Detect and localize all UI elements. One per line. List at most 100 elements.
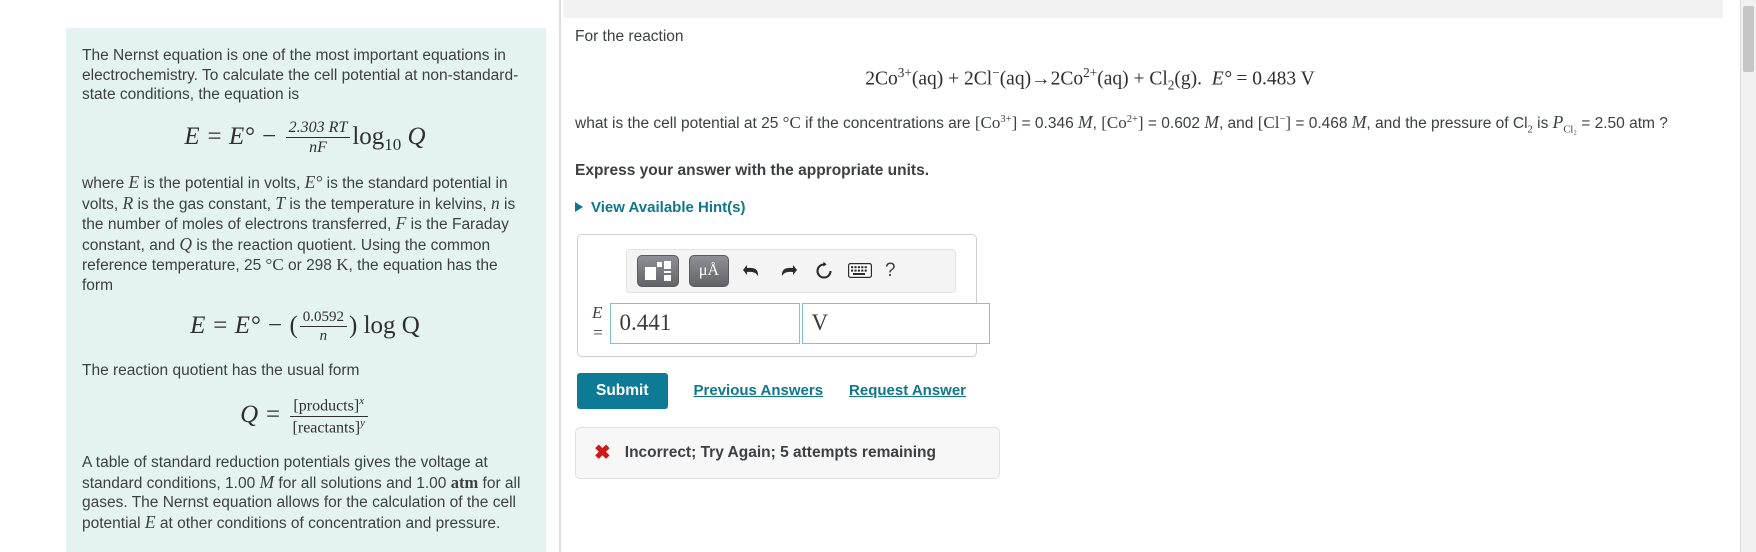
answer-unit-input[interactable] xyxy=(802,302,991,344)
equation3-fraction: [products]x [reactants]y xyxy=(289,395,368,438)
answer-input-row: E = xyxy=(588,302,991,344)
unit-kelvin: K xyxy=(336,255,349,275)
product-co2-charge: 2+ xyxy=(1083,65,1098,80)
q-b: if the concentrations are xyxy=(800,115,975,133)
conc-cl-open: [Cl xyxy=(1257,113,1280,133)
nernst-equation-25c: E = E° − ( 0.0592 n ) log Q xyxy=(82,309,528,345)
right-question-panel: For the reaction 2Co3+(aq) + 2Cl−(aq)→2C… xyxy=(563,0,1756,552)
equation2-rhs: log Q xyxy=(363,311,420,339)
equation1-numerator: 2.303 RT xyxy=(285,119,351,138)
answer-label: E = xyxy=(592,303,604,343)
equation1-denominator: nF xyxy=(309,138,327,156)
conc-co3-charge: 3+ xyxy=(1000,114,1012,126)
reaction-equation: 2Co3+(aq) + 2Cl−(aq)→2Co2+(aq) + Cl2(g).… xyxy=(575,65,1725,93)
vp-a: where xyxy=(82,175,129,193)
conc-cl-close: ] xyxy=(1285,113,1292,133)
redo-icon[interactable] xyxy=(775,258,801,284)
reset-icon[interactable] xyxy=(811,258,837,284)
equation3-denominator: [reactants]y xyxy=(290,417,368,438)
standard-potential-label: E° xyxy=(1211,68,1232,90)
nernst-reference-card: The Nernst equation is one of the most i… xyxy=(66,28,546,552)
table-paragraph: A table of standard reduction potentials… xyxy=(82,453,528,533)
equation2-numerator: 0.0592 xyxy=(299,309,348,328)
scrollbar-thumb[interactable] xyxy=(1743,6,1754,72)
equation3-lhs: Q = xyxy=(240,400,282,428)
equation2-fraction: 0.0592 n xyxy=(299,309,348,345)
left-reference-panel: The Nernst equation is one of the most i… xyxy=(0,0,561,552)
equation3-num-text: [products] xyxy=(293,397,360,415)
undo-icon[interactable] xyxy=(739,258,765,284)
page-scrollbar[interactable] xyxy=(1740,0,1756,552)
help-icon[interactable]: ? xyxy=(885,260,896,282)
vp-i: or 298 xyxy=(283,257,337,275)
unit-celsius: °C xyxy=(265,255,284,275)
conc-co3-unit: M xyxy=(1078,112,1093,133)
conc-cl-unit: M xyxy=(1351,112,1367,133)
answer-value-input[interactable] xyxy=(610,302,801,344)
conc-co3-value: = 0.346 xyxy=(1021,115,1078,133)
var-E-cell: E xyxy=(144,511,156,532)
answer-entry-box: μÅ ? E = 0.441 V xyxy=(577,233,991,357)
equation1-fraction: 2.303 RT nF xyxy=(285,119,351,158)
var-Q: Q xyxy=(179,233,193,254)
pressure-symbol-sub: Cl₂ xyxy=(1563,124,1577,136)
conc-co2-close: ] xyxy=(1137,113,1144,133)
conc-co2-charge: 2+ xyxy=(1126,114,1138,126)
var-T: T xyxy=(275,192,286,213)
view-hints-toggle[interactable]: View Available Hint(s) xyxy=(575,199,746,216)
var-E-standard: E° xyxy=(304,172,323,193)
q-f: is xyxy=(1532,115,1553,133)
tp-d: at other conditions of concentration and… xyxy=(155,514,501,532)
equation3-den-text: [reactants] xyxy=(292,418,361,436)
conc-cl-value: = 0.468 xyxy=(1295,115,1352,133)
submit-button[interactable]: Submit xyxy=(577,372,668,409)
conc-co2-open: [Co xyxy=(1101,113,1127,133)
reactant-cl: (aq) + 2Cl xyxy=(911,68,993,90)
product-cl2: (aq) + Cl xyxy=(1097,68,1168,90)
tp-b: for all solutions and 1.00 xyxy=(274,474,451,492)
request-answer-link[interactable]: Request Answer xyxy=(849,382,966,399)
unit-atm: atm xyxy=(450,472,479,492)
q-e: , and the pressure of Cl xyxy=(1366,115,1528,133)
error-x-icon: ✖ xyxy=(594,441,611,464)
var-E: E xyxy=(128,172,140,193)
product-cl2-state: (g). xyxy=(1174,68,1203,90)
equation1-q: Q xyxy=(407,122,426,150)
conc-co3-open: [Co xyxy=(974,113,1001,133)
reactant-co3: 2Co xyxy=(865,68,898,90)
variables-paragraph: where E is the potential in volts, E° is… xyxy=(82,172,528,295)
vp-d: is the gas constant, xyxy=(133,195,276,213)
reactant-cl-charge: − xyxy=(992,65,1000,80)
equation1-log-base: 10 xyxy=(384,134,402,154)
var-n: n xyxy=(491,192,500,213)
question-content: For the reaction 2Co3+(aq) + 2Cl−(aq)→2C… xyxy=(575,26,1725,479)
for-the-reaction-label: For the reaction xyxy=(575,28,684,45)
units-icon[interactable]: μÅ xyxy=(689,254,729,287)
vp-e: is the temperature in kelvins, xyxy=(285,195,491,213)
intro-paragraph: The Nernst equation is one of the most i… xyxy=(82,47,519,103)
equation2-lhs: E = E° − xyxy=(190,311,284,339)
q-a: what is the cell potential at 25 xyxy=(575,115,783,133)
previous-answers-link[interactable]: Previous Answers xyxy=(694,382,824,399)
equation1-log: log xyxy=(352,122,385,150)
answer-actions: Submit Previous Answers Request Answer xyxy=(575,372,1725,409)
math-editor-toolbar: μÅ ? xyxy=(626,248,956,293)
quotient-paragraph: The reaction quotient has the usual form xyxy=(82,362,360,380)
equation2-paren-open: ( xyxy=(289,311,298,339)
product-co2: (aq)→2Co xyxy=(999,68,1084,90)
vp-b: is the potential in volts, xyxy=(139,175,305,193)
math-template-icon[interactable] xyxy=(637,254,679,287)
equation3-den-exp: y xyxy=(360,416,365,429)
reactant-co3-charge: 3+ xyxy=(897,65,912,80)
q-degc: °C xyxy=(782,113,801,133)
keyboard-icon[interactable] xyxy=(847,258,873,284)
equation3-numerator: [products]x xyxy=(289,395,368,417)
conc-co2-value: = 0.602 xyxy=(1147,115,1205,133)
express-instruction: Express your answer with the appropriate… xyxy=(575,161,930,179)
conc-co3-close: ] xyxy=(1011,113,1018,133)
pressure-value: = 2.50 atm ? xyxy=(1581,115,1668,133)
equation2-paren-close: ) xyxy=(349,311,358,339)
pressure-symbol: P xyxy=(1552,112,1564,133)
conc-co2-unit: M xyxy=(1204,112,1219,133)
nernst-equation-general: E = E° − 2.303 RT nF log10 Q xyxy=(82,119,528,158)
